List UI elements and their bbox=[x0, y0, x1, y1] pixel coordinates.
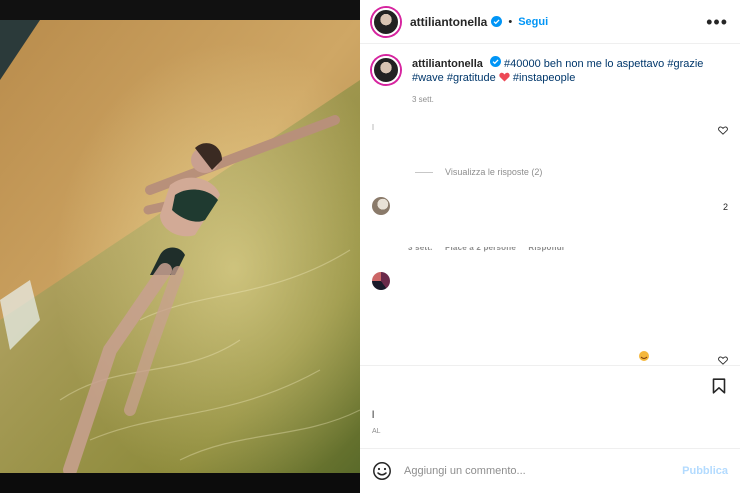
more-options-icon[interactable]: ••• bbox=[706, 13, 728, 31]
commenter-avatar[interactable] bbox=[372, 272, 390, 290]
publish-button[interactable]: Pubblica bbox=[682, 465, 728, 477]
post-side-panel: attiliantonella • Segui ••• attiliantone… bbox=[360, 0, 740, 493]
comment-fragment bbox=[372, 124, 374, 130]
caption-username[interactable]: attiliantonella bbox=[412, 58, 483, 70]
reply-button[interactable]: Rispondi bbox=[528, 247, 564, 252]
replies-divider-line bbox=[415, 171, 433, 173]
heart-outline-icon[interactable] bbox=[718, 356, 728, 365]
emoji-picker-icon[interactable] bbox=[372, 461, 392, 481]
caption-body: #40000 beh non me lo aspettavo bbox=[504, 58, 665, 70]
comment-input[interactable] bbox=[404, 465, 683, 477]
hashtag-wave[interactable]: #wave bbox=[412, 72, 444, 84]
commenter-avatar[interactable] bbox=[372, 197, 390, 215]
comment-partial-count: 2 bbox=[722, 202, 728, 212]
header-separator: • bbox=[508, 15, 513, 28]
comment-meta-row: 3 sett. Piace a 2 persone Rispondi bbox=[408, 243, 574, 252]
comment-likes[interactable]: Piace a 2 persone bbox=[445, 247, 516, 252]
hashtag-grazie[interactable]: #grazie bbox=[667, 58, 703, 70]
caption-text: attiliantonella #40000 beh non me lo asp… bbox=[412, 56, 712, 107]
bookmark-icon[interactable] bbox=[712, 378, 726, 394]
red-heart-emoji-icon bbox=[499, 72, 510, 82]
post-photo[interactable] bbox=[0, 20, 360, 473]
emoji-icon bbox=[639, 351, 649, 361]
post-header: attiliantonella • Segui ••• bbox=[360, 0, 740, 44]
follow-button[interactable]: Segui bbox=[518, 16, 548, 28]
comment-time: 3 sett. bbox=[408, 243, 433, 252]
comments-list: Visualizza le risposte (2) 2 3 sett. Pia… bbox=[360, 110, 740, 365]
author-username[interactable]: attiliantonella bbox=[410, 15, 487, 29]
post-caption: attiliantonella #40000 beh non me lo asp… bbox=[360, 44, 740, 119]
verified-badge-icon bbox=[489, 56, 501, 67]
hashtag-gratitude[interactable]: #gratitude bbox=[447, 72, 496, 84]
caption-time: 3 sett. bbox=[412, 95, 434, 104]
post-date: AL bbox=[372, 428, 381, 435]
add-comment-bar: Pubblica bbox=[360, 448, 740, 493]
media-bottom-strip bbox=[0, 473, 360, 493]
heart-outline-icon[interactable] bbox=[718, 126, 728, 135]
post-dialog: attiliantonella • Segui ••• attiliantone… bbox=[0, 0, 740, 493]
likes-count[interactable]: l bbox=[372, 410, 374, 421]
caption-avatar[interactable] bbox=[372, 56, 400, 84]
view-replies-label: Visualizza le risposte (2) bbox=[445, 167, 543, 177]
beach-photo bbox=[0, 20, 360, 473]
post-actions-bar bbox=[360, 365, 740, 403]
view-replies-button[interactable]: Visualizza le risposte (2) bbox=[415, 167, 542, 177]
author-avatar[interactable] bbox=[372, 7, 400, 36]
hashtag-instapeople[interactable]: #instapeople bbox=[513, 72, 575, 84]
verified-badge-icon bbox=[491, 16, 503, 27]
